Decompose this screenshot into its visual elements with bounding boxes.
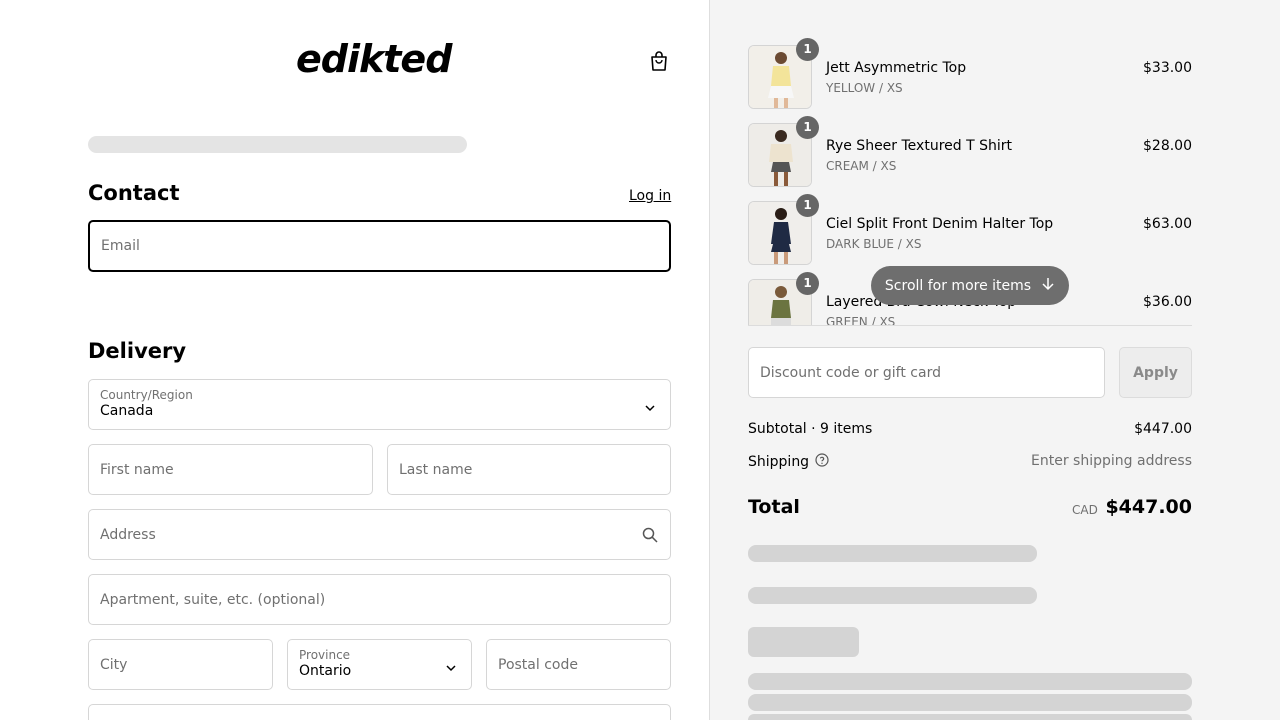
country-value: Canada (100, 403, 154, 419)
list-item: 1 Rye Sheer Textured T Shirt CREAM / XS … (748, 116, 1192, 187)
item-name: Rye Sheer Textured T Shirt (826, 138, 1012, 154)
loading-skeleton (748, 714, 1192, 720)
item-variant: YELLOW / XS (826, 81, 903, 95)
shipping-value: Enter shipping address (1031, 453, 1192, 469)
item-name: Jett Asymmetric Top (826, 60, 967, 76)
province-label: Province (299, 648, 351, 662)
first-name-field[interactable]: First name (88, 444, 373, 495)
shipping-row: Shipping (748, 453, 829, 471)
loading-skeleton (88, 136, 467, 153)
list-item: 1 Ciel Split Front Denim Halter Top DARK… (748, 194, 1192, 265)
last-name-placeholder: Last name (399, 461, 473, 478)
apartment-placeholder: Apartment, suite, etc. (optional) (100, 591, 326, 608)
country-label: Country/Region (100, 388, 193, 402)
login-link[interactable]: Log in (629, 188, 671, 204)
address-placeholder: Address (100, 526, 156, 543)
arrow-down-icon (1041, 277, 1055, 295)
checkout-form-column: edikted Contact Log in Email Delivery Co… (0, 0, 710, 720)
quantity-badge: 1 (796, 194, 819, 217)
loading-skeleton (748, 673, 1192, 690)
currency-code: CAD (1072, 503, 1098, 517)
email-field[interactable]: Email (88, 220, 671, 272)
help-circle-icon[interactable] (815, 453, 829, 471)
loading-skeleton (748, 627, 859, 657)
subtotal-label: Subtotal · 9 items (748, 421, 873, 437)
last-name-field[interactable]: Last name (387, 444, 671, 495)
shopping-bag-icon[interactable] (647, 49, 671, 73)
svg-text:edikted: edikted (296, 37, 453, 81)
email-placeholder: Email (101, 238, 140, 254)
contact-heading: Contact (88, 181, 180, 205)
total-label: Total (748, 496, 800, 518)
shipping-label: Shipping (748, 454, 810, 470)
discount-placeholder: Discount code or gift card (760, 364, 941, 381)
postal-code-placeholder: Postal code (498, 656, 578, 673)
country-select[interactable]: Country/Region Canada (88, 379, 671, 430)
search-icon (642, 527, 658, 543)
item-price: $36.00 (1143, 294, 1192, 310)
quantity-badge: 1 (796, 272, 819, 295)
city-field[interactable]: City (88, 639, 273, 690)
apartment-field[interactable]: Apartment, suite, etc. (optional) (88, 574, 671, 625)
delivery-heading: Delivery (88, 339, 187, 363)
loading-skeleton (748, 694, 1192, 711)
item-variant: CREAM / XS (826, 159, 897, 173)
quantity-badge: 1 (796, 116, 819, 139)
address-field[interactable]: Address (88, 509, 671, 560)
loading-skeleton (748, 587, 1037, 604)
discount-code-input[interactable]: Discount code or gift card (748, 347, 1105, 398)
first-name-placeholder: First name (100, 461, 174, 478)
province-select[interactable]: Province Ontario (287, 639, 472, 690)
chevron-down-icon (644, 399, 656, 411)
apply-button[interactable]: Apply (1119, 347, 1192, 398)
phone-field[interactable] (88, 704, 671, 720)
item-price: $63.00 (1143, 216, 1192, 232)
loading-skeleton (748, 545, 1037, 562)
item-name: Ciel Split Front Denim Halter Top (826, 216, 1054, 232)
quantity-badge: 1 (796, 38, 819, 61)
province-value: Ontario (299, 663, 352, 679)
list-item: 1 Jett Asymmetric Top YELLOW / XS $33.00 (748, 38, 1192, 109)
scroll-more-button[interactable]: Scroll for more items (871, 266, 1069, 305)
subtotal-value: $447.00 (1134, 421, 1192, 437)
chevron-down-icon (445, 659, 457, 671)
city-placeholder: City (100, 656, 128, 673)
scroll-hint-label: Scroll for more items (884, 277, 1032, 294)
item-price: $33.00 (1143, 60, 1192, 76)
item-price: $28.00 (1143, 138, 1192, 154)
item-variant: GREEN / XS (826, 315, 896, 326)
total-value: $447.00 (1105, 496, 1192, 518)
brand-logo[interactable]: edikted (294, 36, 466, 84)
item-variant: DARK BLUE / XS (826, 237, 922, 251)
postal-code-field[interactable]: Postal code (486, 639, 671, 690)
